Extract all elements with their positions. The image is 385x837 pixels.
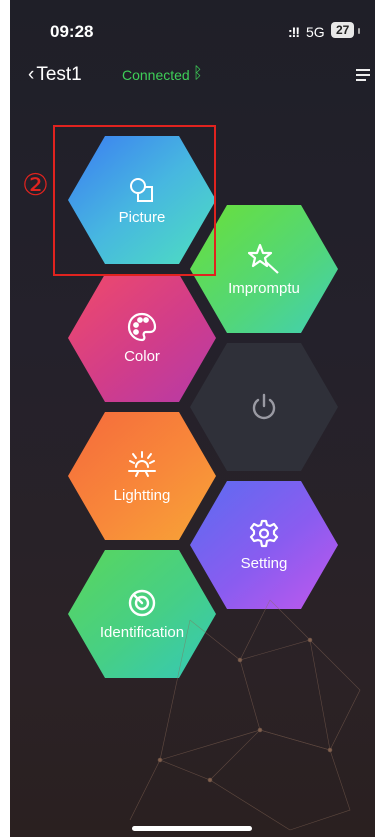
home-indicator[interactable] [132,826,252,831]
palette-icon [127,312,157,341]
lightting-label: Lightting [113,486,171,504]
gear-icon [249,519,279,547]
signal-icon: :!! [288,24,300,40]
battery-nub [358,28,360,34]
picture-tile[interactable]: Picture [68,136,216,264]
picture-icon [130,177,153,202]
impromptu-label: Impromptu [228,279,300,297]
color-tile[interactable]: Color [68,274,216,402]
menu-icon[interactable] [356,69,370,84]
power-icon [252,393,276,420]
app-screen: 09:28 :!! 5G 27 ‹ Test1 Connected ᛒ Pictu… [10,0,375,837]
lightting-tile[interactable]: Lightting [68,412,216,540]
back-button[interactable]: ‹ Test1 [28,64,82,86]
color-label: Color [124,347,160,365]
sun-icon [128,450,156,477]
network-type: 5G [306,24,325,40]
picture-label: Picture [118,208,166,226]
battery-icon: 27 [331,22,355,38]
setting-label: Setting [240,554,288,572]
impromptu-tile[interactable]: Impromptu [190,205,338,333]
network-pattern-background [129,599,361,831]
status-bar: 09:28 :!! 5G 27 [10,0,375,60]
step-marker: ② [22,168,49,203]
status-time: 09:28 [50,22,94,41]
magic-wand-icon [248,243,279,274]
nav-bar: ‹ Test1 Connected ᛒ [10,60,375,96]
device-name: Test1 [36,64,82,85]
chevron-left-icon: ‹ [28,64,35,85]
bluetooth-icon: ᛒ [193,65,203,82]
power-tile[interactable] [190,343,338,471]
connection-status: Connected [122,67,190,83]
